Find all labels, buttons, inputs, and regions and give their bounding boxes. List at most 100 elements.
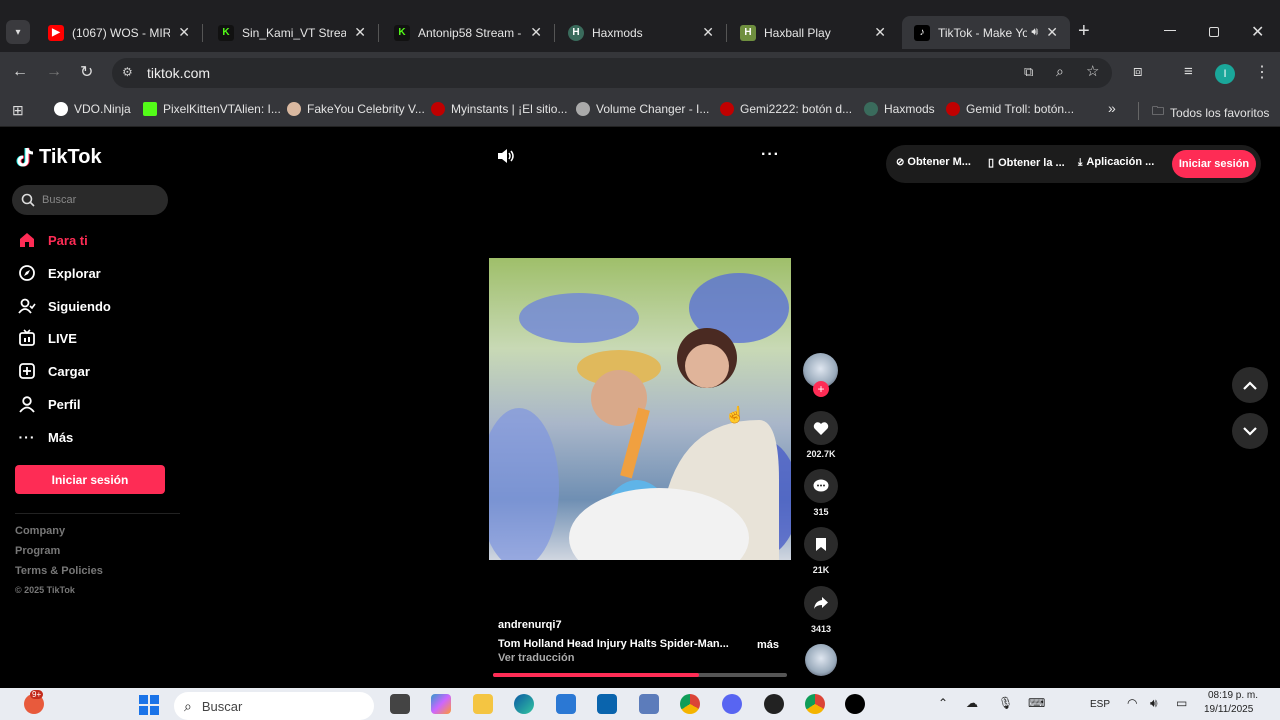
get-coins-button[interactable]: ⊘ Obtener M...	[896, 156, 971, 168]
volume-tray-icon[interactable]: 🔊︎	[1150, 696, 1158, 711]
video-player[interactable]	[489, 258, 791, 560]
minimize-button[interactable]	[1164, 30, 1176, 31]
search-bar[interactable]: Buscar	[12, 185, 168, 215]
close-icon[interactable]: ✕	[354, 24, 366, 41]
chrome-profile-icon[interactable]	[805, 694, 825, 714]
desktop-app-button[interactable]: ⤓ Aplicación ...	[1078, 156, 1154, 168]
browser-tab[interactable]: H Haxball Play ✕	[728, 16, 898, 49]
copilot-icon[interactable]	[431, 694, 451, 714]
close-icon[interactable]: ✕	[530, 24, 542, 41]
footer-link-program[interactable]: Program	[15, 545, 60, 557]
restore-button[interactable]	[1209, 27, 1219, 37]
login-button[interactable]: Iniciar sesión	[15, 465, 165, 494]
tiktok-logo[interactable]: TikTok	[16, 146, 102, 169]
nav-item-siguiendo[interactable]: Siguiendo	[18, 297, 111, 315]
wifi-icon[interactable]: ◠	[1127, 696, 1137, 710]
bookmark-item[interactable]: FakeYou Celebrity V...	[287, 102, 425, 116]
caption-more-button[interactable]: más	[757, 639, 779, 651]
apps-icon[interactable]: ⊞	[12, 102, 24, 119]
more-icon: ···	[18, 429, 36, 445]
bookmarks-overflow-button[interactable]: »	[1108, 100, 1116, 116]
speaker-icon[interactable]: 🔊︎	[1031, 26, 1038, 39]
onedrive-icon[interactable]: ☁	[966, 696, 978, 710]
video-author[interactable]: andrenurqi7	[498, 619, 562, 631]
taskbar-search[interactable]: ⌕ Buscar	[174, 692, 374, 720]
close-icon[interactable]: ✕	[178, 24, 190, 41]
footer-link-company[interactable]: Company	[15, 525, 65, 537]
footer-link-terms[interactable]: Terms & Policies	[15, 565, 103, 577]
discord-icon[interactable]	[722, 694, 742, 714]
nav-item-explorar[interactable]: Explorar	[18, 264, 101, 282]
close-icon[interactable]: ✕	[1046, 24, 1058, 41]
nav-item-cargar[interactable]: Cargar	[18, 362, 90, 380]
home-icon	[18, 231, 36, 249]
new-tab-button[interactable]: +	[1078, 20, 1090, 43]
outlook-icon[interactable]	[597, 694, 617, 714]
tiktok-app-icon[interactable]	[845, 694, 865, 714]
video-options-icon[interactable]: ···	[761, 146, 780, 164]
nav-item-perfil[interactable]: Perfil	[18, 395, 81, 413]
start-icon[interactable]	[139, 695, 159, 715]
address-bar[interactable]: ⚙ tiktok.com ⧉ ⌕ ☆	[112, 58, 1112, 88]
bookmark-star-icon[interactable]: ☆	[1086, 62, 1099, 80]
browser-tab[interactable]: H Haxmods ✕	[556, 16, 726, 49]
bookmark-item[interactable]: Myinstants | ¡El sitio...	[431, 102, 567, 116]
browser-tab-active[interactable]: ♪ TikTok - Make You 🔊︎ ✕	[902, 16, 1070, 49]
bookmark-item[interactable]: VDO.Ninja	[54, 102, 131, 116]
like-action[interactable]: 202.7K	[803, 411, 839, 459]
extensions-icon[interactable]: ⧈	[1133, 63, 1143, 80]
get-app-button[interactable]: ▯ Obtener la ...	[988, 156, 1065, 170]
notepad-icon[interactable]	[639, 694, 659, 714]
translate-link[interactable]: Ver traducción	[498, 652, 574, 664]
sound-avatar[interactable]	[805, 644, 837, 676]
reload-icon[interactable]: ↻	[80, 62, 93, 82]
tab-search-button[interactable]: ▾	[6, 20, 30, 44]
close-icon[interactable]: ✕	[702, 24, 714, 41]
bookmark-item[interactable]: Volume Changer - I...	[576, 102, 709, 116]
chrome-icon[interactable]	[680, 694, 700, 714]
back-icon[interactable]: ←	[12, 63, 28, 81]
follow-plus-icon[interactable]: +	[813, 381, 829, 397]
edge-icon[interactable]	[514, 694, 534, 714]
next-video-button[interactable]	[1232, 413, 1268, 449]
previous-video-button[interactable]	[1232, 367, 1268, 403]
task-view-icon[interactable]	[390, 694, 410, 714]
store-icon[interactable]	[556, 694, 576, 714]
file-explorer-icon[interactable]	[473, 694, 493, 714]
zoom-icon[interactable]: ⌕	[1056, 63, 1064, 80]
browser-tab[interactable]: K Sin_Kami_VT Stream ✕	[206, 16, 378, 49]
menu-icon[interactable]: ⋮	[1254, 62, 1270, 82]
all-bookmarks-folder[interactable]: 🗀︎ Todos los favoritos	[1152, 102, 1269, 123]
close-window-button[interactable]: ✕	[1251, 22, 1264, 42]
volume-icon[interactable]	[497, 148, 515, 169]
close-icon[interactable]: ✕	[874, 24, 886, 41]
nav-item-live[interactable]: LIVE	[18, 329, 77, 347]
comment-action[interactable]: 315	[803, 469, 839, 517]
bookmark-item[interactable]: Haxmods	[864, 102, 935, 116]
share-action[interactable]: 3413	[803, 586, 839, 634]
logo-text: TikTok	[39, 146, 102, 168]
browser-tab[interactable]: ▶ (1067) WOS - MIRÁ N ✕	[36, 16, 202, 49]
site-info-icon[interactable]: ⚙	[122, 65, 133, 79]
battery-icon[interactable]: ▭	[1176, 696, 1187, 710]
nav-item-mas[interactable]: ··· Más	[18, 428, 74, 446]
profile-avatar[interactable]: I	[1215, 64, 1235, 84]
microphone-icon[interactable]: 🎙︎	[998, 696, 1013, 710]
save-action[interactable]: 21K	[803, 527, 839, 575]
browser-tab[interactable]: K Antonip58 Stream - V ✕	[382, 16, 554, 49]
bookmark-item[interactable]: PixelKittenVTAlien: I...	[143, 102, 281, 116]
forward-icon[interactable]: →	[46, 63, 62, 81]
clock-date[interactable]: 19/11/2025	[1204, 704, 1253, 715]
nav-item-para-ti[interactable]: Para ti	[18, 231, 88, 249]
media-controls-icon[interactable]: ≡	[1184, 63, 1193, 80]
tray-overflow-icon[interactable]: ⌃	[938, 696, 948, 710]
keyboard-icon[interactable]: ⌨	[1028, 696, 1045, 710]
language-indicator[interactable]: ESP	[1090, 699, 1110, 710]
bookmark-item[interactable]: Gemi2222: botón d...	[720, 102, 852, 116]
install-app-icon[interactable]: ⧉	[1024, 64, 1033, 80]
video-progress-bar[interactable]	[493, 673, 787, 677]
clock-time[interactable]: 08:19 p. m.	[1208, 690, 1258, 701]
bookmark-item[interactable]: Gemid Troll: botón...	[946, 102, 1074, 116]
top-login-button[interactable]: Iniciar sesión	[1172, 150, 1256, 178]
obs-icon[interactable]	[764, 694, 784, 714]
